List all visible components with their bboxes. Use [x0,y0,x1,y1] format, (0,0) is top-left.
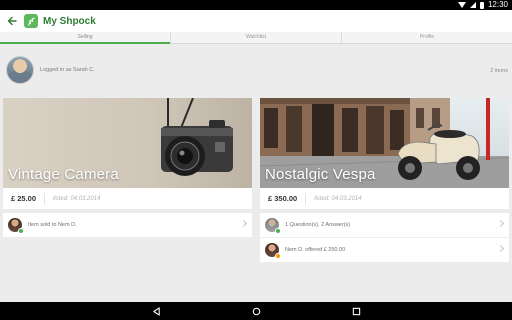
listing-date: listed: 04.03.2014 [314,195,362,202]
logged-in-text: Logged in as Sarah C. [40,67,95,73]
listing-title: Vintage Camera [8,166,119,183]
listing-image-camera[interactable]: Vintage Camera [3,98,252,188]
listing-card-vespa[interactable]: Nostalgic Vespa £ 350.00 listed: 04.03.2… [260,98,509,210]
chevron-right-icon [239,219,248,228]
app-bar: My Shpock [0,10,512,32]
screen: 12:30 My Shpock Selling Watchlist Profil… [0,0,512,320]
signal-icon [469,2,476,8]
status-time: 12:30 [487,0,508,9]
price-row: £ 350.00 listed: 04.03.2014 [260,188,509,210]
app-title: My Shpock [43,15,96,27]
status-icons: 12:30 [457,0,508,10]
status-bar: 12:30 [0,0,512,10]
buyer-avatar [8,218,24,234]
chevron-right-icon [496,244,505,253]
back-nav-icon[interactable] [146,302,166,320]
listing-date: listed: 04.03.2014 [53,195,101,202]
user-avatar[interactable] [6,56,34,84]
wifi-icon [457,2,466,8]
listing-price: £ 350.00 [268,192,307,205]
back-arrow-icon[interactable] [2,10,22,32]
activity-text: 1 Question(s), 2 Answer(s) [285,222,351,228]
listing-card-camera[interactable]: Vintage Camera £ 25.00 listed: 04.03.201… [3,98,252,210]
activity-item-questions[interactable]: 1 Question(s), 2 Answer(s) [260,213,509,237]
status-badge [18,228,24,234]
home-nav-icon[interactable] [246,302,266,320]
tab-selling[interactable]: Selling [0,32,171,44]
status-badge [275,253,281,259]
tab-profile[interactable]: Profile [342,32,512,43]
status-badge [275,228,281,234]
user-avatar-small [265,218,281,234]
listing-price: £ 25.00 [11,192,46,205]
navigation-bar [0,302,512,320]
shpock-logo-icon [24,14,38,28]
listing-image-vespa[interactable]: Nostalgic Vespa [260,98,509,188]
activity-item-offer[interactable]: Nem D. offered £ 250.00 [260,238,509,262]
activity-text: Nem D. offered £ 250.00 [285,247,346,253]
tab-bar: Selling Watchlist Profile [0,32,512,44]
price-row: £ 25.00 listed: 04.03.2014 [3,188,252,210]
user-row: Logged in as Sarah C. 2 items [0,44,512,96]
activity-item-sold[interactable]: Item sold to Nem D. [3,213,252,237]
listing-title: Nostalgic Vespa [265,166,376,183]
activity-text: Item sold to Nem D. [28,222,77,228]
recents-nav-icon[interactable] [346,302,366,320]
battery-icon [479,1,484,9]
items-count: 2 items [490,68,508,74]
buyer-avatar [265,243,281,259]
tab-watchlist[interactable]: Watchlist [171,32,342,43]
chevron-right-icon [496,219,505,228]
